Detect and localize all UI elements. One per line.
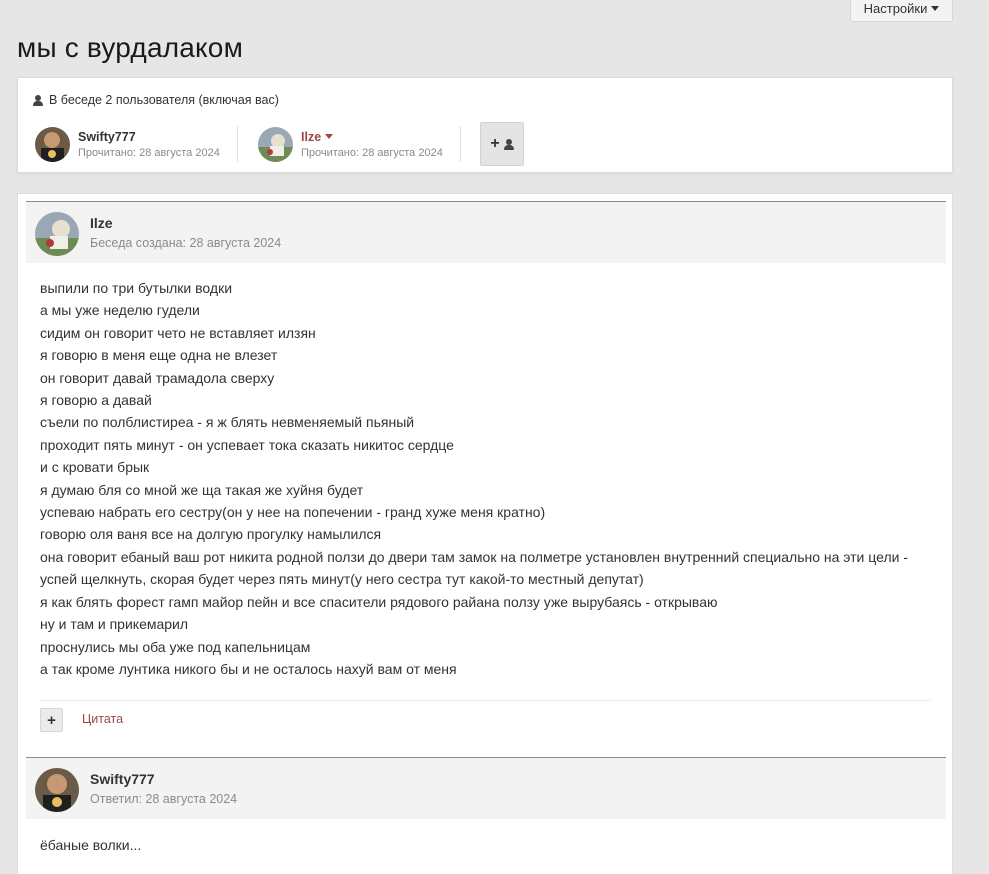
message-line: и с кровати брык bbox=[40, 459, 150, 476]
post-body: ёбаные волки... bbox=[40, 834, 940, 856]
add-participant-button[interactable]: + bbox=[480, 122, 524, 166]
page-title: мы с вурдалаком bbox=[17, 32, 244, 63]
participants-panel: В беседе 2 пользователя (включая вас) Sw… bbox=[17, 77, 953, 173]
settings-button[interactable]: Настройки bbox=[850, 0, 953, 22]
message-line: она говорит ебаный ваш рот никита родной… bbox=[40, 548, 908, 565]
message-line: я говорю а давай bbox=[40, 392, 152, 409]
avatar[interactable] bbox=[35, 212, 79, 256]
participant-ilze[interactable]: Ilze Прочитано: 28 августа 2024 bbox=[258, 126, 443, 162]
message-line: проходит пять минут - он успевает тока с… bbox=[40, 436, 454, 453]
message-line: успеваю набрать его сестру(он у нее на п… bbox=[40, 504, 546, 521]
caret-down-icon bbox=[325, 134, 334, 139]
message-line: а так кроме лунтика никого бы и не остал… bbox=[40, 660, 457, 677]
message-line: выпили по три бутылки водки bbox=[40, 280, 233, 296]
plus-icon: + bbox=[47, 711, 56, 729]
post-body: выпили по три бутылки водки а мы уже нед… bbox=[40, 277, 940, 680]
participant-swifty777[interactable]: Swifty777 Прочитано: 28 августа 2024 bbox=[35, 126, 220, 162]
divider bbox=[40, 700, 931, 701]
post-author[interactable]: Swifty777 bbox=[90, 771, 155, 787]
participants-count: В беседе 2 пользователя (включая вас) bbox=[49, 93, 279, 107]
message-line: а мы уже неделю гудели bbox=[40, 302, 200, 319]
post-meta: Беседа создана: 28 августа 2024 bbox=[90, 236, 282, 250]
plus-icon: + bbox=[490, 135, 500, 152]
post-header: Swifty777 Ответил: 28 августа 2024 bbox=[26, 757, 946, 819]
avatar[interactable] bbox=[258, 126, 293, 162]
message-line: ёбаные волки... bbox=[40, 837, 142, 853]
message-line: съели по полблистиреа - я ж блять невмен… bbox=[40, 414, 415, 431]
settings-label: Настройки bbox=[863, 0, 928, 16]
message-line: я думаю бля со мной же ща такая же хуйня… bbox=[40, 481, 364, 498]
user-icon bbox=[503, 138, 514, 150]
divider bbox=[237, 126, 238, 162]
message-line: я как блять форест гамп майор пейн и все… bbox=[40, 593, 718, 610]
message-line: говорю оля ваня все на долгую прогулку н… bbox=[40, 526, 382, 543]
read-status: Прочитано: 28 августа 2024 bbox=[78, 146, 220, 159]
user-icon bbox=[33, 94, 43, 106]
post-header: Ilze Беседа создана: 28 августа 2024 bbox=[26, 201, 946, 263]
divider bbox=[460, 126, 461, 162]
caret-down-icon bbox=[931, 5, 940, 11]
message-line: я говорю в меня еще одна не влезет bbox=[40, 347, 278, 364]
post-meta: Ответил: 28 августа 2024 bbox=[90, 792, 238, 806]
participant-name[interactable]: Ilze bbox=[301, 130, 443, 144]
participant-name-text[interactable]: Ilze bbox=[301, 130, 321, 144]
post-author[interactable]: Ilze bbox=[90, 215, 113, 231]
participant-name[interactable]: Swifty777 bbox=[78, 130, 220, 144]
read-status: Прочитано: 28 августа 2024 bbox=[301, 146, 443, 159]
message-line: успей щелкнуть, скорая будет через пять … bbox=[40, 571, 644, 588]
message-line: он говорит давай трамадола сверху bbox=[40, 369, 275, 386]
avatar[interactable] bbox=[35, 768, 79, 812]
participants-heading: В беседе 2 пользователя (включая вас) bbox=[33, 93, 279, 107]
avatar[interactable] bbox=[35, 126, 70, 162]
message-line: проснулись мы оба уже под капельницам bbox=[40, 638, 311, 655]
message-line: ну и там и прикемарил bbox=[40, 616, 189, 633]
messages-panel: Ilze Беседа создана: 28 августа 2024 вып… bbox=[17, 193, 953, 874]
quote-link[interactable]: Цитата bbox=[82, 712, 123, 726]
message-line: сидим он говорит чето не вставляет илзян bbox=[40, 324, 316, 341]
react-plus-button[interactable]: + bbox=[40, 708, 63, 732]
